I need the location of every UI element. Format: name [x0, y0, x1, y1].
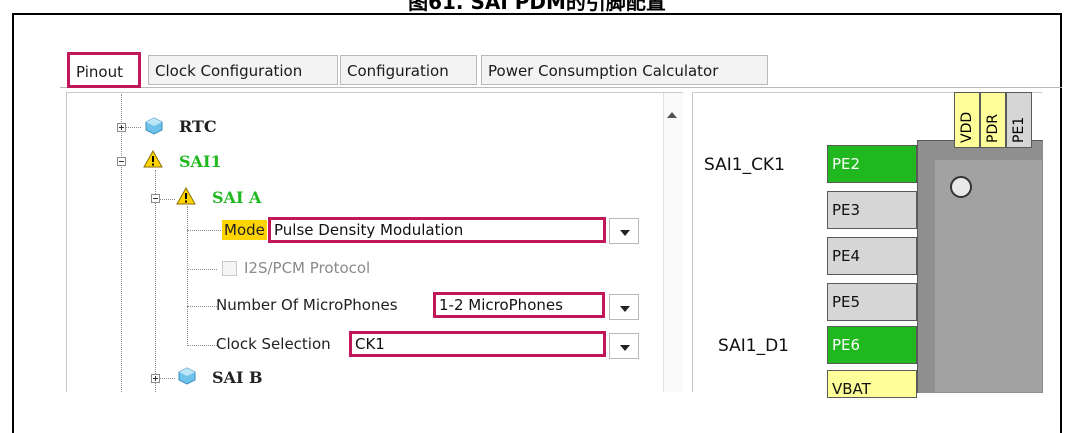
expand-icon[interactable]: [117, 123, 126, 132]
pin-pe6[interactable]: PE6: [827, 326, 917, 364]
tree-item-sai1[interactable]: SAI1: [179, 152, 222, 171]
pin-pe1[interactable]: PE1: [1006, 92, 1032, 148]
tab-power-consumption-calculator[interactable]: Power Consumption Calculator: [481, 55, 768, 85]
collapse-icon[interactable]: [117, 157, 126, 166]
microphones-select[interactable]: 1-2 MicroPhones: [433, 292, 605, 318]
scroll-up-icon[interactable]: [667, 112, 677, 118]
tree-guide-line: [187, 269, 217, 270]
dropdown-arrow-icon[interactable]: [609, 333, 639, 359]
pin-pe4[interactable]: PE4: [827, 237, 917, 275]
tree-item-sai-b[interactable]: SAI B: [212, 368, 263, 387]
microphones-label: Number Of MicroPhones: [216, 296, 398, 314]
i2s-pcm-label: I2S/PCM Protocol: [244, 259, 371, 277]
warning-icon: [176, 187, 196, 205]
component-cube-icon: [145, 117, 163, 135]
figure-caption: 图61. SAI PDM的引脚配置: [408, 0, 666, 14]
tree-item-sai-a[interactable]: SAI A: [212, 188, 261, 207]
tree-item-rtc[interactable]: RTC: [179, 117, 217, 136]
pin-pdr[interactable]: PDR: [980, 92, 1006, 148]
tree-guide-line: [187, 345, 217, 346]
tab-bar-divider: [60, 87, 1062, 88]
collapse-icon[interactable]: [151, 194, 160, 203]
pin-pe5[interactable]: PE5: [827, 283, 917, 321]
clock-selection-label: Clock Selection: [216, 335, 331, 353]
mode-select[interactable]: Pulse Density Modulation: [268, 217, 606, 243]
pin-pdr-label: PDR: [985, 114, 1001, 143]
pin-vbat[interactable]: VBAT: [827, 370, 917, 398]
tree-scrollbar[interactable]: [663, 93, 683, 392]
i2s-pcm-checkbox[interactable]: [222, 261, 237, 276]
pin1-marker: [950, 176, 972, 198]
dropdown-arrow-icon[interactable]: [609, 294, 639, 320]
tree-guide-line: [155, 170, 156, 392]
component-cube-icon: [178, 367, 196, 385]
clock-selection-select[interactable]: CK1: [349, 331, 606, 357]
mcu-package-inner: [935, 160, 1042, 392]
pin-vdd[interactable]: VDD: [954, 92, 980, 148]
tree-guide-line: [187, 306, 217, 307]
signal-sai1-d1: SAI1_D1: [718, 336, 789, 356]
signal-sai1-ck1: SAI1_CK1: [704, 155, 785, 175]
tab-clock-configuration[interactable]: Clock Configuration: [148, 55, 338, 85]
tree-guide-line: [121, 94, 122, 392]
pin-pe2[interactable]: PE2: [827, 145, 917, 183]
expand-icon[interactable]: [151, 374, 160, 383]
warning-icon: [143, 150, 163, 168]
pin-pe1-label: PE1: [1011, 116, 1027, 143]
dropdown-arrow-icon[interactable]: [609, 218, 639, 244]
pin-vdd-label: VDD: [959, 111, 975, 143]
pin-pe3[interactable]: PE3: [827, 191, 917, 229]
tab-pinout[interactable]: Pinout: [67, 52, 141, 88]
tab-configuration[interactable]: Configuration: [340, 55, 477, 85]
mode-label: Mode: [222, 220, 267, 240]
tree-guide-line: [187, 206, 188, 346]
